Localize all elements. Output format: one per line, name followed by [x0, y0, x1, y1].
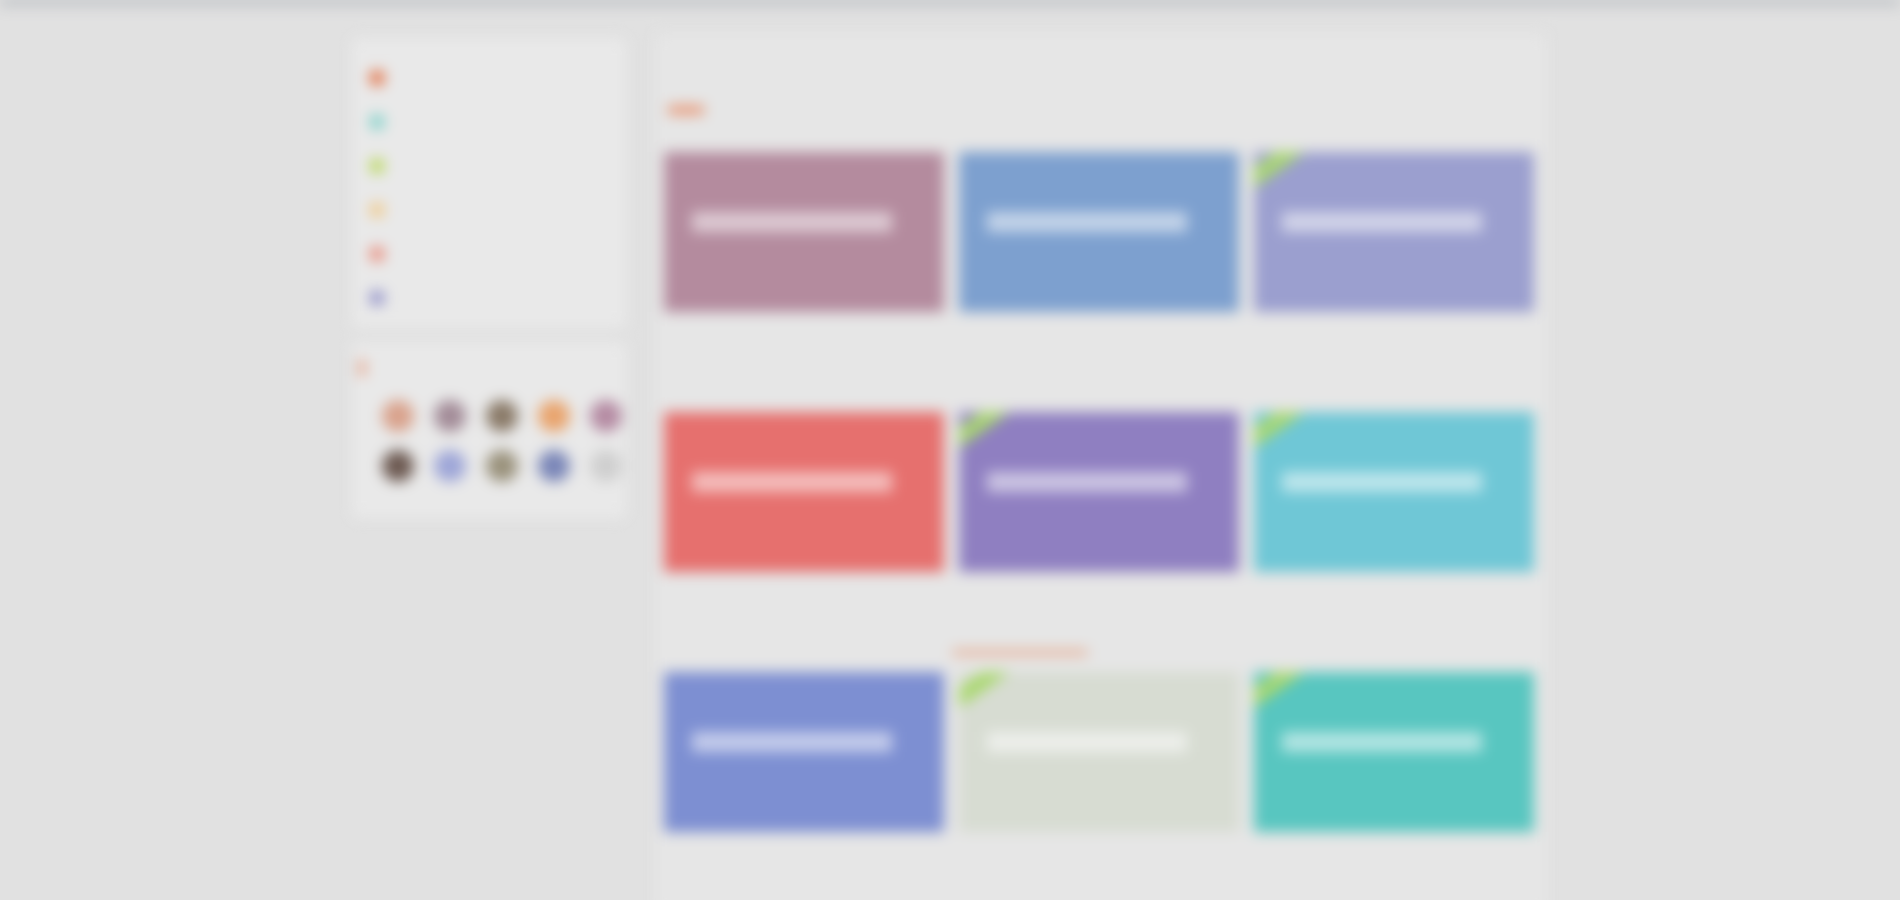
page — [0, 0, 1900, 900]
grid-icon — [370, 115, 384, 129]
category-item[interactable] — [370, 276, 608, 320]
card-thumbnail[interactable] — [959, 672, 1239, 832]
new-badge — [959, 412, 1010, 453]
card-thumbnail[interactable] — [1254, 152, 1534, 312]
card-title[interactable] — [1268, 852, 1534, 872]
card-thumbnail[interactable] — [959, 152, 1239, 312]
author-avatar[interactable] — [434, 400, 466, 432]
card-title[interactable] — [1268, 592, 1534, 612]
card-title[interactable] — [678, 592, 944, 612]
author-avatar[interactable] — [382, 400, 414, 432]
author-avatar[interactable] — [590, 400, 622, 432]
authors-panel — [352, 342, 626, 518]
author-avatar[interactable] — [538, 400, 570, 432]
card-thumbnail[interactable] — [664, 152, 944, 312]
category-item[interactable] — [370, 56, 608, 100]
subtab-item[interactable] — [722, 106, 758, 114]
author-avatar[interactable] — [382, 450, 414, 482]
card-title[interactable] — [1268, 332, 1534, 352]
home-icon — [370, 71, 384, 85]
course-card[interactable] — [959, 672, 1239, 900]
new-badge — [1254, 412, 1305, 453]
new-badge — [1254, 152, 1305, 193]
card-thumbnail[interactable] — [959, 412, 1239, 572]
title-accent-bar — [360, 360, 364, 376]
category-item[interactable] — [370, 144, 608, 188]
author-avatar[interactable] — [486, 400, 518, 432]
main-content — [656, 34, 1546, 900]
author-avatar[interactable] — [590, 450, 622, 482]
thumbnail-graphic — [1282, 732, 1482, 752]
authors-title — [360, 360, 614, 376]
course-card[interactable] — [664, 412, 944, 672]
card-title[interactable] — [678, 852, 944, 872]
thumbnail-graphic — [692, 212, 892, 232]
thumbnail-graphic — [692, 732, 892, 752]
author-avatar[interactable] — [538, 450, 570, 482]
sidebar — [352, 38, 626, 518]
subtab-item[interactable] — [668, 106, 704, 114]
thumbnail-graphic — [1282, 472, 1482, 492]
card-title[interactable] — [678, 332, 944, 352]
course-card[interactable] — [959, 152, 1239, 412]
category-item[interactable] — [370, 232, 608, 276]
category-item[interactable] — [370, 100, 608, 144]
thumbnail-graphic — [1282, 212, 1482, 232]
category-item[interactable] — [370, 188, 608, 232]
author-avatar[interactable] — [486, 450, 518, 482]
new-badge — [959, 672, 1010, 713]
course-card[interactable] — [1254, 152, 1534, 412]
course-card[interactable] — [664, 152, 944, 412]
loading-progress-bar — [952, 650, 1088, 655]
card-thumbnail[interactable] — [664, 412, 944, 572]
course-card[interactable] — [664, 672, 944, 900]
card-thumbnail[interactable] — [1254, 672, 1534, 832]
card-thumbnail[interactable] — [664, 672, 944, 832]
avatar-grid — [360, 400, 622, 482]
thumbnail-graphic — [987, 212, 1187, 232]
thumbnail-graphic — [987, 472, 1187, 492]
top-bar — [0, 0, 1900, 4]
leaf-icon — [370, 159, 384, 173]
course-card[interactable] — [1254, 672, 1534, 900]
category-list — [352, 38, 626, 328]
new-badge — [1254, 672, 1305, 713]
tab-bar — [656, 34, 1546, 90]
bookmark-icon — [370, 291, 384, 305]
course-card[interactable] — [959, 412, 1239, 672]
author-avatar[interactable] — [434, 450, 466, 482]
thumbnail-graphic — [692, 472, 892, 492]
star-icon — [370, 203, 384, 217]
card-grid — [664, 152, 1544, 900]
course-card[interactable] — [1254, 412, 1534, 672]
card-title[interactable] — [973, 332, 1239, 352]
card-title[interactable] — [973, 852, 1239, 872]
flag-icon — [370, 247, 384, 261]
card-title[interactable] — [973, 592, 1239, 612]
thumbnail-graphic — [987, 732, 1187, 752]
card-thumbnail[interactable] — [1254, 412, 1534, 572]
subtab-bar — [656, 90, 1546, 130]
